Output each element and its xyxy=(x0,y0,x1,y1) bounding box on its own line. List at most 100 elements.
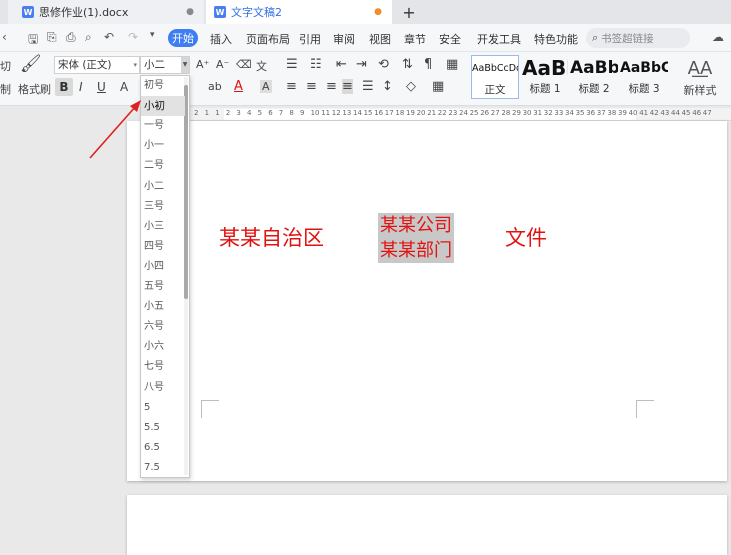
tab-insert[interactable]: 插入 xyxy=(210,31,232,47)
format-painter-icon[interactable]: 🖌 xyxy=(20,54,42,74)
menu-toggle-icon[interactable]: ‹ xyxy=(2,30,7,44)
style-heading-2[interactable]: AaBb( 标题 2 xyxy=(570,55,618,99)
pinyin-icon[interactable]: 文 xyxy=(256,58,267,74)
clear-format-icon[interactable]: ⌫ xyxy=(236,58,252,71)
bullet-list-icon[interactable]: ☰ xyxy=(286,57,298,72)
font-size-select[interactable]: 小二 ▼ xyxy=(140,56,190,74)
font-color-button[interactable]: A xyxy=(120,80,128,94)
align-left-icon[interactable]: ≡ xyxy=(286,79,297,94)
shading-icon[interactable]: ◇ xyxy=(406,79,416,94)
font-size-option[interactable]: 小三 xyxy=(141,217,185,237)
table-borders-icon[interactable]: ▦ xyxy=(446,57,458,72)
font-size-option[interactable]: 初号 xyxy=(141,76,185,96)
tab-references[interactable]: 引用 xyxy=(299,31,321,47)
horizontal-ruler[interactable]: 2 1 1 2 3 4 5 6 7 8 9 10 11 12 13 14 15 16 17 18 19 20 21 22 23 2… xyxy=(190,108,731,121)
font-size-option[interactable]: 七号 xyxy=(141,357,185,377)
tab-document-2[interactable]: W 文字文稿2 ● xyxy=(206,0,392,24)
font-size-option[interactable]: 八号 xyxy=(141,378,185,398)
copy-button[interactable]: 制 xyxy=(0,81,11,97)
borders-icon[interactable]: ▦ xyxy=(432,79,444,94)
numbered-list-icon[interactable]: ☷ xyxy=(310,57,322,72)
search-input[interactable]: ⌕ 书签超链接 xyxy=(586,28,690,48)
tab-document-1[interactable]: W 思修作业(1).docx ● xyxy=(8,0,204,24)
cut-button[interactable]: 切 xyxy=(0,58,11,74)
align-right-icon[interactable]: ≡ xyxy=(326,79,337,94)
justify-icon[interactable]: ≡ xyxy=(342,79,353,94)
ruler-tick-label: 8 xyxy=(289,109,294,117)
save-icon[interactable]: 🖫 xyxy=(28,30,38,51)
text-direction-icon[interactable]: ⟲ xyxy=(378,57,389,72)
distribute-icon[interactable]: ☰ xyxy=(362,79,374,94)
tab-page-layout[interactable]: 页面布局 xyxy=(246,31,290,47)
font-size-option[interactable]: 小五 xyxy=(141,297,185,317)
ruler-tick-label: 2 xyxy=(194,109,199,117)
font-size-option[interactable]: 5.5 xyxy=(141,418,185,438)
ruler-tick-label: 2 xyxy=(225,109,231,117)
line-spacing-icon[interactable]: ↕ xyxy=(382,79,393,94)
increase-indent-icon[interactable]: ⇥ xyxy=(356,57,367,72)
tab-chapter[interactable]: 章节 xyxy=(404,31,426,47)
style-normal[interactable]: AaBbCcDd 正文 xyxy=(471,55,519,99)
cloud-icon[interactable]: ☁ xyxy=(712,30,724,44)
document-page-2[interactable] xyxy=(127,495,727,555)
tab-security[interactable]: 安全 xyxy=(439,31,461,47)
style-heading-1[interactable]: AaBb 标题 1 xyxy=(522,55,568,99)
chevron-down-icon[interactable]: ▼ xyxy=(181,57,189,73)
ruler-tick-label: 43 xyxy=(660,109,670,117)
tab-view[interactable]: 视图 xyxy=(369,31,391,47)
print-icon[interactable]: ⎙ xyxy=(66,30,76,45)
new-style-label: 新样式 xyxy=(683,84,717,97)
underline-button[interactable]: U xyxy=(97,80,106,94)
grow-font-icon[interactable]: A⁺ xyxy=(196,58,209,71)
shrink-font-icon[interactable]: A⁻ xyxy=(216,58,229,71)
ruler-tick-label: 15 xyxy=(363,109,373,117)
format-painter-button[interactable]: 格式刷 xyxy=(18,81,51,97)
font-size-option[interactable]: 7.5 xyxy=(141,458,185,477)
bold-button[interactable]: B xyxy=(55,78,73,96)
ruler-tick-label: 30 xyxy=(522,109,532,117)
doc-text-file[interactable]: 文件 xyxy=(505,225,547,251)
font-name-select[interactable]: 宋体 (正文) ▾ xyxy=(54,56,140,74)
print-preview-icon[interactable]: ⌕ xyxy=(85,30,92,45)
highlight-icon[interactable]: ab xyxy=(208,80,222,93)
more-icon[interactable]: ▾ xyxy=(150,30,155,40)
font-size-option[interactable]: 小二 xyxy=(141,177,185,197)
decrease-indent-icon[interactable]: ⇤ xyxy=(336,57,347,72)
new-tab-button[interactable]: + xyxy=(400,0,418,24)
sort-icon[interactable]: ⇅ xyxy=(402,57,413,72)
format-icon[interactable]: ⎘ xyxy=(47,30,57,45)
font-size-option[interactable]: 一号 xyxy=(141,116,185,136)
tab-features[interactable]: 特色功能 xyxy=(534,31,578,47)
char-shading-icon[interactable]: A xyxy=(260,80,272,93)
new-style-button[interactable]: A͟A 新样式 xyxy=(682,56,718,98)
font-size-option[interactable]: 小六 xyxy=(141,337,185,357)
tab-review[interactable]: 审阅 xyxy=(333,31,355,47)
font-size-option[interactable]: 小四 xyxy=(141,257,185,277)
align-center-icon[interactable]: ≡ xyxy=(306,79,317,94)
font-size-option[interactable]: 小初 xyxy=(141,96,185,117)
font-size-option[interactable]: 6.5 xyxy=(141,438,185,458)
document-page[interactable]: 某某自治区 某某公司 某某部门 文件 xyxy=(127,121,727,481)
italic-button[interactable]: I xyxy=(79,80,83,94)
font-size-option[interactable]: 5 xyxy=(141,398,185,418)
tab-close-icon[interactable]: ● xyxy=(186,7,194,17)
redo-icon[interactable]: ↷ xyxy=(128,30,138,44)
font-size-option[interactable]: 四号 xyxy=(141,237,185,257)
style-heading-3[interactable]: AaBbC 标题 3 xyxy=(620,55,668,99)
text-color-icon[interactable]: A xyxy=(234,79,243,94)
ruler-tick-label: 28 xyxy=(501,109,511,117)
font-size-option[interactable]: 三号 xyxy=(141,197,185,217)
doc-text-selected[interactable]: 某某公司 某某部门 xyxy=(378,213,454,263)
font-size-option[interactable]: 五号 xyxy=(141,277,185,297)
font-size-option[interactable]: 小一 xyxy=(141,136,185,156)
tab-home[interactable]: 开始 xyxy=(168,29,198,47)
undo-icon[interactable]: ↶ xyxy=(104,30,114,44)
ruler-tick-label: 45 xyxy=(681,109,691,117)
show-marks-icon[interactable]: ¶ xyxy=(424,57,432,72)
doc-text-region[interactable]: 某某自治区 xyxy=(219,225,324,251)
tab-bar: W 思修作业(1).docx ● W 文字文稿2 ● + xyxy=(0,0,731,24)
font-size-option[interactable]: 二号 xyxy=(141,156,185,176)
tab-developer[interactable]: 开发工具 xyxy=(477,31,521,47)
tab-unsaved-icon[interactable]: ● xyxy=(374,7,382,17)
font-size-option[interactable]: 六号 xyxy=(141,317,185,337)
